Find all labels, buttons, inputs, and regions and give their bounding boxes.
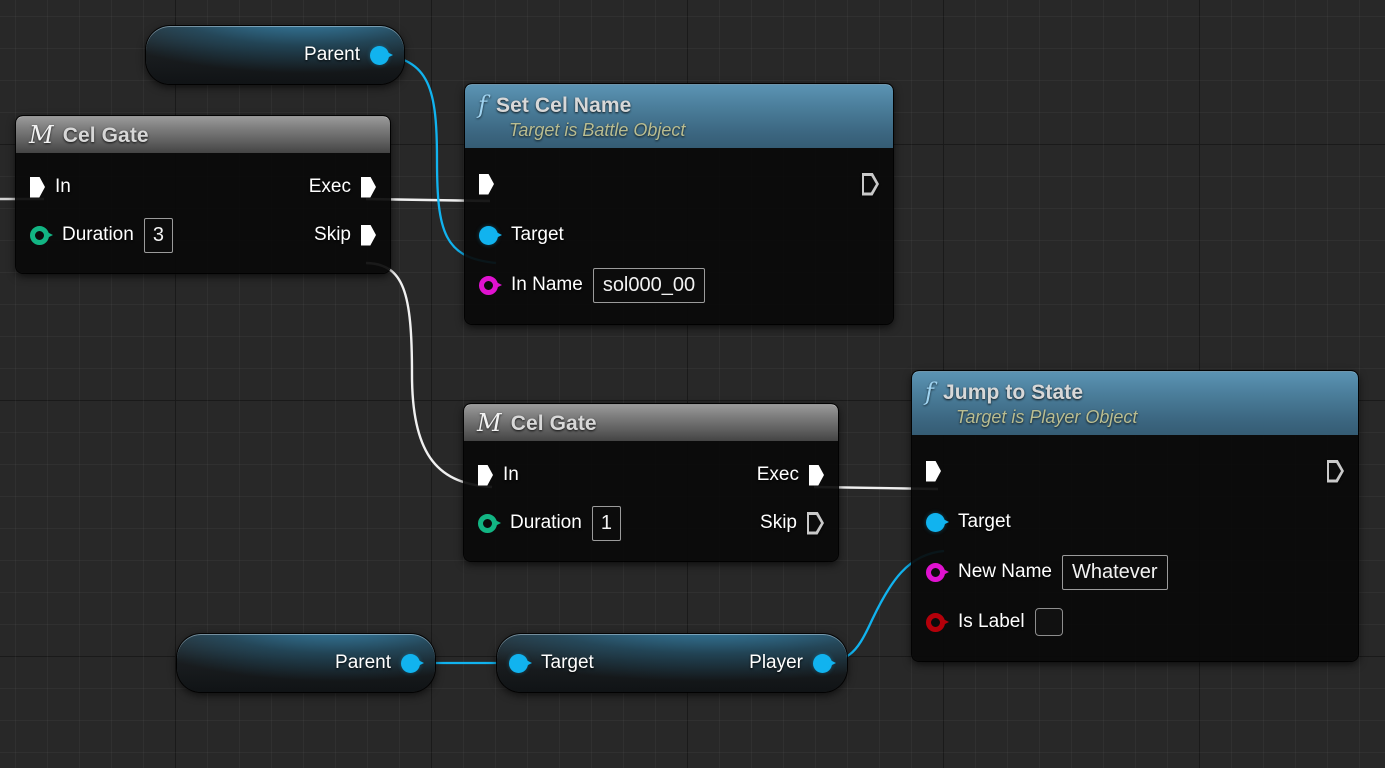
macro-m-icon: M: [477, 409, 502, 437]
object-input-pin-icon[interactable]: [509, 653, 531, 673]
pin-row-duration-skip: Duration 3 Skip: [16, 211, 390, 259]
node-body: In Exec Duration 3 Skip: [16, 153, 390, 273]
exec-input-pin-icon[interactable]: [30, 176, 45, 198]
pin-row-in-exec: In Exec: [464, 451, 838, 499]
node-target-player[interactable]: Target Player: [497, 634, 847, 692]
pin-row-target: Target: [912, 497, 1358, 547]
node-body: Target New Name Whatever Is Label: [912, 435, 1358, 661]
name-input-pin-icon[interactable]: [479, 275, 501, 295]
object-input-pin-icon[interactable]: [479, 225, 501, 245]
node-subtitle: Target is Player Object: [956, 407, 1138, 427]
node-subtitle: Target is Battle Object: [509, 120, 686, 140]
object-output-pin-icon[interactable]: [370, 45, 392, 65]
pin-label-in: In: [503, 464, 519, 485]
exec-output-pin-icon[interactable]: [862, 173, 879, 196]
in-name-value-field[interactable]: sol000_00: [592, 267, 706, 303]
pin-label-parent: Parent: [304, 44, 360, 65]
object-input-pin-icon[interactable]: [926, 512, 948, 532]
pin-label-player: Player: [749, 652, 803, 673]
duration-value-field[interactable]: 1: [591, 505, 621, 541]
node-parent-top[interactable]: Parent: [146, 26, 404, 84]
pin-row-target: Target: [465, 210, 893, 260]
exec-output-pin-icon[interactable]: [1327, 460, 1344, 483]
pin-label-parent: Parent: [335, 652, 391, 673]
new-name-value-field[interactable]: Whatever: [1061, 554, 1168, 590]
exec-input-pin-icon[interactable]: [926, 460, 941, 482]
pin-row-duration-skip: Duration 1 Skip: [464, 499, 838, 547]
node-header: f Set Cel Name Target is Battle Object: [465, 84, 893, 148]
node-body: In Exec Duration 1 Skip: [464, 441, 838, 561]
exec-input-pin-icon[interactable]: [479, 173, 494, 195]
macro-m-icon: M: [29, 121, 54, 149]
node-header: M Cel Gate: [16, 116, 390, 153]
pin-row-in-exec: In Exec: [16, 163, 390, 211]
duration-value-field[interactable]: 3: [143, 217, 173, 253]
pin-label-exec: Exec: [756, 464, 799, 485]
name-input-pin-icon[interactable]: [926, 562, 948, 582]
pin-label-duration: Duration: [62, 224, 134, 245]
node-title: Set Cel Name: [495, 94, 632, 117]
node-title: Cel Gate: [510, 412, 597, 435]
pin-row-in-name: In Name sol000_00: [465, 260, 893, 310]
node-cel-gate-1[interactable]: M Cel Gate In Exec Duration 3 Skip: [16, 116, 390, 273]
pin-label-duration: Duration: [510, 512, 582, 533]
node-body: Target In Name sol000_00: [465, 148, 893, 324]
pin-label-in-name: In Name: [511, 274, 583, 295]
exec-input-pin-icon[interactable]: [478, 464, 493, 486]
blueprint-graph-canvas[interactable]: Parent M Cel Gate In Exec Duration 3 Ski…: [0, 0, 1385, 768]
object-output-pin-icon[interactable]: [813, 653, 835, 673]
pin-label-new-name: New Name: [958, 561, 1052, 582]
exec-output-pin-icon[interactable]: [361, 176, 376, 198]
pin-label-skip: Skip: [314, 224, 351, 245]
pin-row-is-label: Is Label: [912, 597, 1358, 647]
node-set-cel-name[interactable]: f Set Cel Name Target is Battle Object T…: [465, 84, 893, 324]
node-parent-bottom[interactable]: Parent: [177, 634, 435, 692]
pin-row-exec: [465, 158, 893, 210]
pin-label-exec: Exec: [308, 176, 351, 197]
float-input-pin-icon[interactable]: [478, 513, 500, 533]
node-title: Cel Gate: [62, 124, 149, 147]
pin-row-exec: [912, 445, 1358, 497]
pin-row-new-name: New Name Whatever: [912, 547, 1358, 597]
exec-output-pin-skip-icon[interactable]: [361, 224, 376, 246]
pin-label-is-label: Is Label: [958, 611, 1025, 632]
node-cel-gate-2[interactable]: M Cel Gate In Exec Duration 1 Skip: [464, 404, 838, 561]
pin-label-target: Target: [511, 224, 564, 245]
exec-output-pin-icon[interactable]: [809, 464, 824, 486]
bool-input-pin-icon[interactable]: [926, 612, 948, 632]
function-f-icon: f: [478, 91, 487, 119]
pin-label-skip: Skip: [760, 512, 797, 533]
pin-label-target: Target: [541, 652, 594, 673]
node-header: f Jump to State Target is Player Object: [912, 371, 1358, 435]
is-label-checkbox[interactable]: [1034, 608, 1063, 636]
object-output-pin-icon[interactable]: [401, 653, 423, 673]
node-header: M Cel Gate: [464, 404, 838, 441]
node-jump-to-state[interactable]: f Jump to State Target is Player Object: [912, 371, 1358, 661]
float-input-pin-icon[interactable]: [30, 225, 52, 245]
node-title: Jump to State: [942, 381, 1084, 404]
pin-label-target: Target: [958, 511, 1011, 532]
pin-label-in: In: [55, 176, 71, 197]
exec-output-pin-skip-icon[interactable]: [807, 512, 824, 535]
function-f-icon: f: [925, 378, 934, 406]
